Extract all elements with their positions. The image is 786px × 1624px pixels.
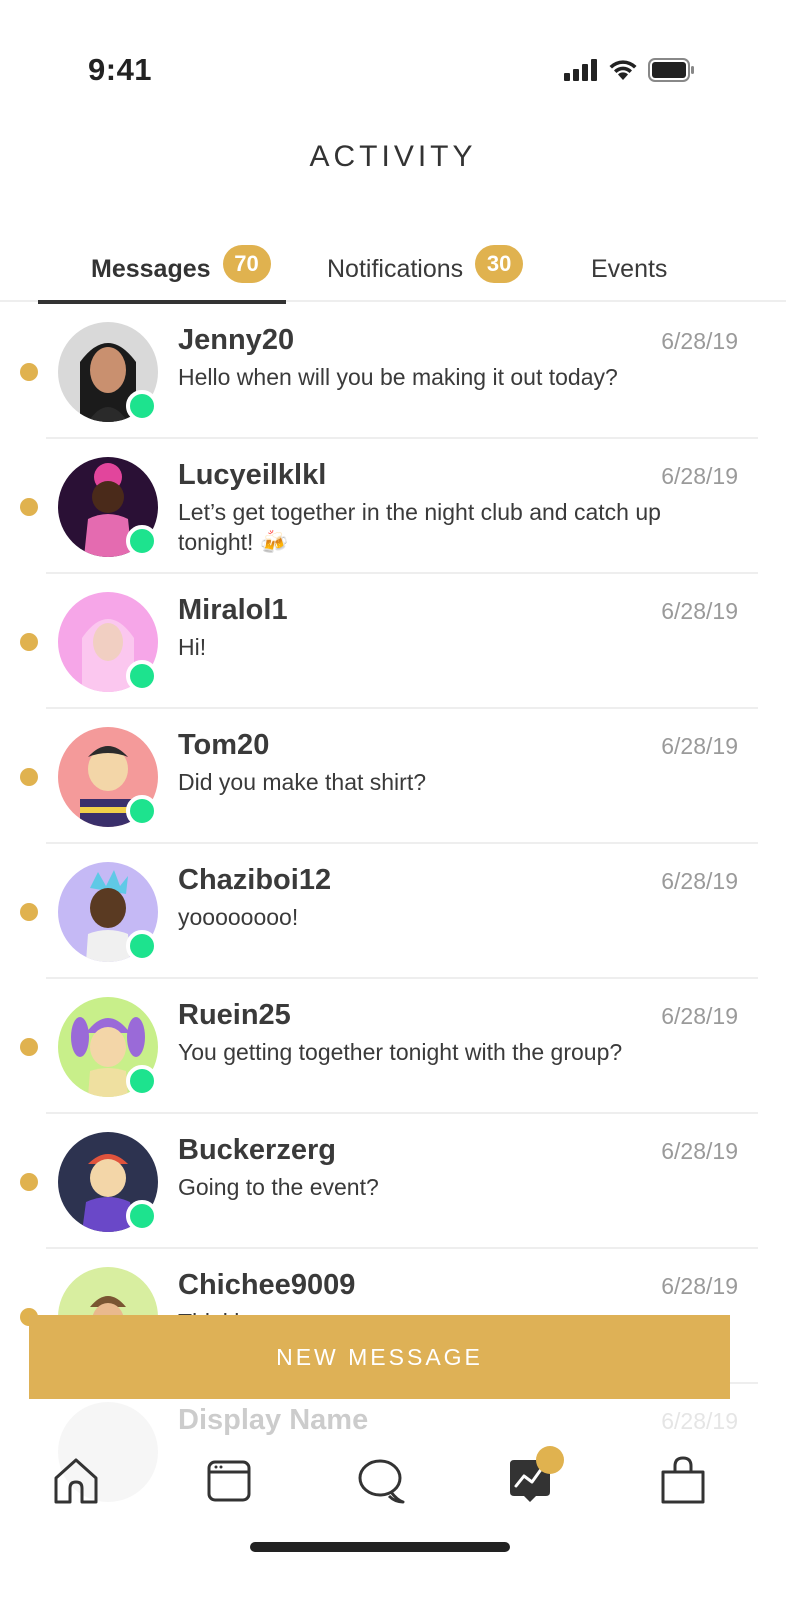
message-preview: You getting together tonight with the gr… <box>178 1039 623 1065</box>
unread-indicator <box>20 1173 38 1191</box>
message-row[interactable]: Buckerzerg 6/28/19 Going to the event? <box>0 1114 786 1249</box>
message-row[interactable]: Lucyeilklkl 6/28/19 Let’s get together i… <box>0 439 786 574</box>
unread-indicator <box>20 363 38 381</box>
message-date: 6/28/19 <box>661 868 738 894</box>
message-date: 6/28/19 <box>661 733 738 759</box>
message-preview: Let’s get together in the night club and… <box>178 499 661 555</box>
tab-events[interactable]: Events <box>591 236 667 302</box>
tab-bar-top: Messages 70 Notifications 30 Events <box>0 236 786 304</box>
messages-count-badge: 70 <box>222 245 271 283</box>
shop-icon[interactable] <box>655 1452 711 1508</box>
message-preview: Going to the event? <box>178 1174 379 1200</box>
unread-indicator <box>20 768 38 786</box>
status-bar: 9:41 <box>0 0 786 140</box>
online-status-indicator <box>126 1200 158 1232</box>
bottom-tab-bar <box>0 1440 786 1530</box>
sender-name: Tom20 <box>178 729 270 761</box>
sender-name: Ruein25 <box>178 999 291 1031</box>
home-indicator <box>250 1542 510 1552</box>
unread-indicator <box>20 633 38 651</box>
home-icon[interactable] <box>48 1452 104 1508</box>
unread-indicator <box>20 903 38 921</box>
status-icons <box>564 58 694 82</box>
unread-indicator <box>20 498 38 516</box>
battery-icon <box>648 58 694 82</box>
tab-messages-label: Messages <box>91 254 211 283</box>
message-date: 6/28/19 <box>661 1003 738 1029</box>
message-date: 6/28/19 <box>661 1273 738 1299</box>
message-date: 6/28/19 <box>661 463 738 489</box>
sender-name: Miralol1 <box>178 594 288 626</box>
online-status-indicator <box>126 930 158 962</box>
page-title: ACTIVITY <box>309 140 477 173</box>
status-time: 9:41 <box>88 52 153 87</box>
online-status-indicator <box>126 795 158 827</box>
message-row[interactable]: Miralol1 6/28/19 Hi! <box>0 574 786 709</box>
tab-events-label: Events <box>591 254 668 283</box>
sender-name: Lucyeilklkl <box>178 459 327 491</box>
tab-notifications-label: Notifications <box>327 254 464 283</box>
activity-notification-dot <box>536 1446 564 1474</box>
sender-name: Buckerzerg <box>178 1134 336 1166</box>
sender-name: Jenny20 <box>178 324 295 356</box>
online-status-indicator <box>126 660 158 692</box>
new-message-button[interactable]: NEW MESSAGE <box>29 1315 730 1399</box>
message-preview: Hello when will you be making it out tod… <box>178 364 618 390</box>
message-date: 6/28/19 <box>661 1408 738 1434</box>
message-row[interactable]: Tom20 6/28/19 Did you make that shirt? <box>0 709 786 844</box>
message-date: 6/28/19 <box>661 1138 738 1164</box>
notifications-count-badge: 30 <box>475 245 524 283</box>
unread-indicator <box>20 1038 38 1056</box>
sender-name: Chaziboi12 <box>178 864 332 896</box>
online-status-indicator <box>126 525 158 557</box>
sender-name: Chichee9009 <box>178 1269 356 1301</box>
message-row[interactable]: Jenny20 6/28/19 Hello when will you be m… <box>0 304 786 439</box>
tab-messages[interactable]: Messages 70 <box>91 236 271 302</box>
chat-icon[interactable] <box>353 1452 409 1508</box>
online-status-indicator <box>126 1065 158 1097</box>
browser-icon[interactable] <box>201 1452 257 1508</box>
online-status-indicator <box>126 390 158 422</box>
sender-name: Display Name <box>178 1404 369 1436</box>
message-preview: Hi! <box>178 634 207 660</box>
message-date: 6/28/19 <box>661 598 738 624</box>
message-preview: Did you make that shirt? <box>178 769 427 795</box>
message-row[interactable]: Ruein25 6/28/19 You getting together ton… <box>0 979 786 1114</box>
wifi-icon <box>609 60 637 80</box>
message-date: 6/28/19 <box>661 328 738 354</box>
message-row[interactable]: Chaziboi12 6/28/19 yoooooooo! <box>0 844 786 979</box>
tab-notifications[interactable]: Notifications 30 <box>327 236 524 302</box>
message-preview: yoooooooo! <box>178 904 299 930</box>
cellular-signal-icon <box>564 59 597 81</box>
